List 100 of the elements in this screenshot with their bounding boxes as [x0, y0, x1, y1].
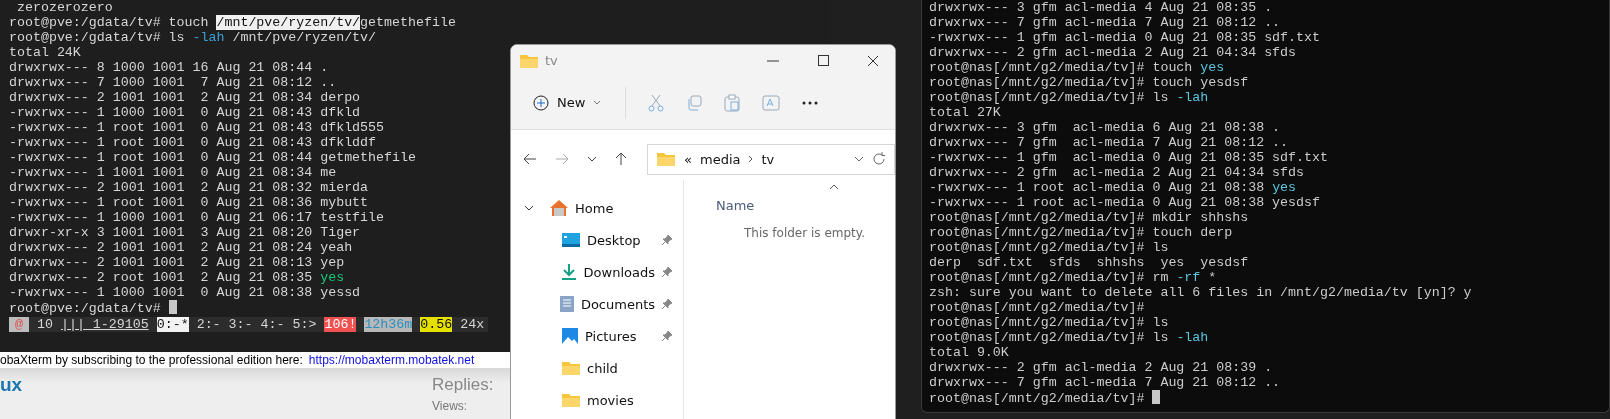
- folder-icon: [561, 360, 581, 376]
- address-bar[interactable]: « media tv: [647, 143, 895, 175]
- status-item: 12h36m: [364, 317, 413, 332]
- status-item: ||| 1-29105: [60, 317, 149, 332]
- desktop-icon: [561, 232, 581, 248]
- terminal-line: drwxrwx--- 3 gfm acl-media 6 Aug 21 08:38 .: [929, 120, 1281, 135]
- terminal-line: drwxrwx--- 2 1001 1001 2 Aug 21 08:13 yep: [9, 255, 345, 270]
- plus-icon: [533, 94, 549, 111]
- sidebar-item[interactable]: Downloads: [511, 256, 683, 288]
- terminal-line: root@nas[/mnt/g2/media/tv]# mkdir shhshs: [929, 210, 1249, 225]
- status-item: 0.56: [420, 317, 453, 332]
- terminal-line: root@nas[/mnt/g2/media/tv]#: [929, 300, 1145, 315]
- status-item: 106!: [324, 317, 357, 332]
- status-item: 2:-: [196, 317, 221, 332]
- status-item: 10: [37, 317, 53, 332]
- banner-link[interactable]: https://mobaxterm.mobatek.net: [308, 353, 475, 367]
- terminal-line: drwxrwx--- 7 gfm acl-media 7 Aug 21 08:12 ..: [929, 135, 1289, 150]
- sidebar-item[interactable]: Documents: [511, 288, 683, 320]
- status-item: 24x: [460, 317, 485, 332]
- document-icon: [558, 295, 575, 313]
- minimize-icon: [767, 59, 779, 62]
- terminal-line: total 27K: [929, 105, 1001, 120]
- refresh-icon[interactable]: [872, 152, 886, 166]
- chevron-down-icon[interactable]: [587, 156, 597, 162]
- breadcrumb-item[interactable]: media: [699, 151, 741, 167]
- status-item: 0:-*: [156, 317, 189, 332]
- sidebar-item[interactable]: Home: [511, 192, 683, 224]
- views-label: Views:: [432, 399, 468, 413]
- terminal-line: root@nas[/mnt/g2/media/tv]# ls: [929, 240, 1169, 255]
- terminal-line: drwxrwx--- 2 gfm acl-media 2 Aug 21 04:34 sfds: [929, 165, 1305, 180]
- terminal-line: total 24K: [9, 45, 81, 60]
- status-item: 5:>: [292, 317, 317, 332]
- terminal-line: zerozerozero: [15, 0, 113, 15]
- sidebar-item[interactable]: movies: [511, 384, 683, 416]
- folder-icon: [561, 392, 581, 408]
- terminal-line: drwxrwx--- 2 root 1001 2 Aug 21 08:35 yes: [9, 270, 345, 285]
- terminal-line: -rwxrwx--- 1 1000 1001 0 Aug 21 06:17 testfile: [9, 210, 385, 225]
- column-header[interactable]: Name: [716, 198, 755, 213]
- back-arrow-icon[interactable]: [523, 153, 537, 165]
- terminal-line: drwxrwx--- 7 gfm acl-media 7 Aug 21 08:12 ..: [929, 375, 1281, 390]
- download-icon: [559, 263, 578, 281]
- breadcrumb-item[interactable]: tv: [761, 151, 775, 167]
- terminal-line: -rwxrwx--- 1 root acl-media 0 Aug 21 08:38 yesdsf: [929, 195, 1320, 210]
- terminal-line: root@nas[/mnt/g2/media/tv]# ls: [929, 315, 1169, 330]
- chevron-down-icon[interactable]: [854, 156, 864, 162]
- chevron-down-icon: [593, 100, 602, 105]
- terminal-line: -rwxrwx--- 1 root 1001 0 Aug 21 08:36 mybutt: [9, 195, 369, 210]
- terminal-line: -rwxrwx--- 1 root 1001 0 Aug 21 08:44 getmethefile: [9, 150, 416, 165]
- chevron-right-icon: [748, 155, 754, 163]
- terminal-line: root@pve:/gdata/tv#: [9, 300, 177, 315]
- terminal-line: drwxrwx--- 3 gfm acl-media 4 Aug 21 08:35 .: [929, 0, 1273, 15]
- terminal-line: -rwxrwx--- 1 gfm acl-media 0 Aug 21 08:35 sdf.txt: [929, 150, 1328, 165]
- sidebar-item[interactable]: Desktop: [511, 224, 683, 256]
- picture-icon: [561, 327, 579, 345]
- terminal-line: -rwxrwx--- 1 root acl-media 0 Aug 21 08:38 yes: [929, 180, 1297, 195]
- window-title: tv: [545, 53, 559, 68]
- terminal-line: root@pve:/gdata/tv# ls -lah /mnt/pve/ryzen/tv/: [9, 30, 377, 45]
- sidebar-item[interactable]: child: [511, 352, 683, 384]
- terminal-line: total 9.0K: [929, 345, 1009, 360]
- terminal-line: -rwxrwx--- 1 1000 1001 0 Aug 21 08:38 yessd: [9, 285, 361, 300]
- terminal-line: drwxrwx--- 2 1001 1001 2 Aug 21 08:24 yeah: [9, 240, 353, 255]
- forward-arrow-icon[interactable]: [555, 153, 569, 165]
- terminal-line: zsh: sure you want to delete all 6 files in /mnt/g2/media/tv [yn]? y: [929, 285, 1472, 300]
- home-icon: [549, 199, 569, 217]
- terminal-line: root@nas[/mnt/g2/media/tv]# touch derp: [929, 225, 1233, 240]
- folder-icon: [656, 151, 676, 167]
- breadcrumb-overflow[interactable]: «: [684, 151, 692, 167]
- terminal-line: drwxrwx--- 2 gfm acl-media 2 Aug 21 04:34 sfds: [929, 45, 1297, 60]
- terminal-line: root@pve:/gdata/tv# touch /mnt/pve/ryzen/tv/getmethefile: [9, 15, 456, 30]
- more-icon[interactable]: [802, 100, 819, 105]
- terminal-line: drwxrwx--- 2 1001 1001 2 Aug 21 08:34 derpo: [9, 90, 361, 105]
- terminal-line: drwxrwx--- 7 gfm acl-media 7 Aug 21 08:12 ..: [929, 15, 1281, 30]
- sort-caret-icon: [829, 184, 839, 190]
- new-button[interactable]: New: [531, 90, 604, 115]
- banner-text: obaXterm by subscribing to the professional edition here:: [0, 353, 303, 367]
- terminal-line: root@nas[/mnt/g2/media/tv]# touch yes: [929, 60, 1225, 75]
- terminal-line: -rwxrwx--- 1 root 1001 0 Aug 21 08:43 dfkld555: [9, 120, 385, 135]
- empty-message: This folder is empty.: [744, 226, 865, 240]
- thread-title[interactable]: ux: [0, 374, 23, 396]
- replies-label: Replies:: [432, 375, 494, 395]
- status-item: 4:-: [260, 317, 285, 332]
- status-item: @: [9, 317, 29, 332]
- sidebar-item[interactable]: Pictures: [511, 320, 683, 352]
- folder-icon: [519, 52, 539, 69]
- close-icon: [867, 54, 879, 67]
- chevron-down-icon[interactable]: [524, 205, 534, 211]
- terminal-line: root@nas[/mnt/g2/media/tv]#: [929, 390, 1161, 405]
- maximize-icon: [817, 55, 829, 66]
- terminal-line: drwxrwx--- 7 1000 1001 7 Aug 21 08:12 ..: [9, 75, 337, 90]
- terminal-line: root@nas[/mnt/g2/media/tv]# touch yesdsf: [929, 75, 1249, 90]
- status-item: 3:-: [228, 317, 253, 332]
- terminal-line: drwxrwx--- 2 1001 1001 2 Aug 21 08:32 mierda: [9, 180, 369, 195]
- terminal-line: drwxr-xr-x 3 1001 1001 3 Aug 21 08:20 Tiger: [9, 225, 361, 240]
- terminal-line: root@nas[/mnt/g2/media/tv]# rm -rf *: [929, 270, 1217, 285]
- terminal-line: -rwxrwx--- 1 1001 1001 0 Aug 21 08:34 me: [9, 165, 337, 180]
- terminal-line: -rwxrwx--- 1 gfm acl-media 0 Aug 21 08:35 sdf.txt: [929, 30, 1320, 45]
- terminal-line: -rwxrwx--- 1 root 1001 0 Aug 21 08:43 dfklddf: [9, 135, 377, 150]
- terminal-line: derp sdf.txt sfds shhshs yes yesdsf: [929, 255, 1249, 270]
- up-arrow-icon[interactable]: [615, 152, 627, 166]
- terminal-line: drwxrwx--- 8 1000 1001 16 Aug 21 08:44 .: [9, 60, 329, 75]
